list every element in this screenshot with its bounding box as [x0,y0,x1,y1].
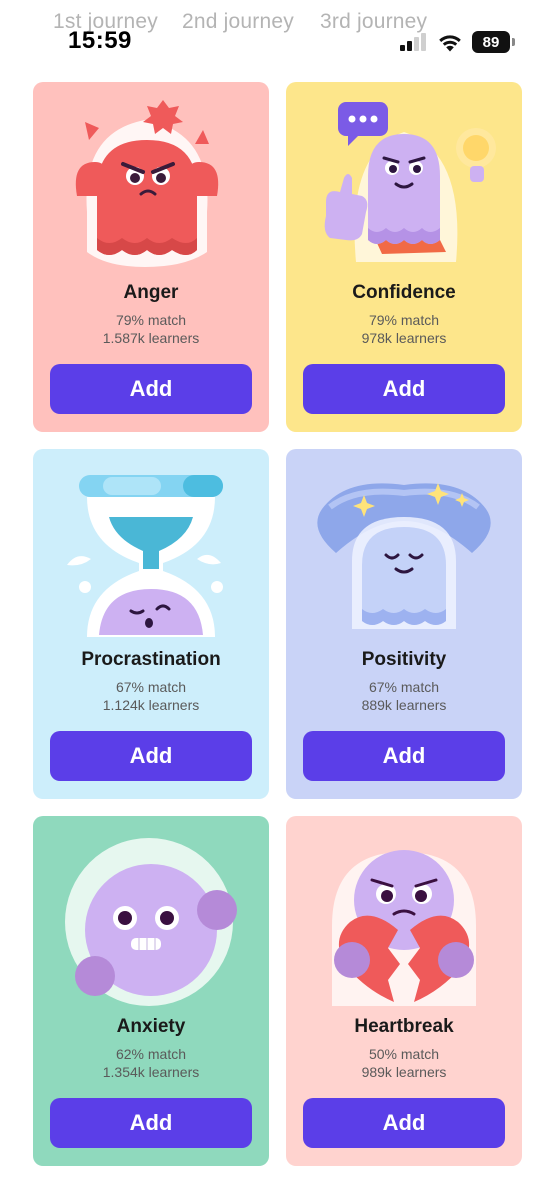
card-title: Heartbreak [354,1016,454,1037]
learners-count: 978k learners [361,330,447,346]
cellular-signal-icon [400,33,426,51]
match-text: 79% match [115,312,187,328]
calm-ghost-icon [317,483,491,629]
tab-2nd-journey[interactable]: 2nd journey [182,10,294,34]
add-button[interactable]: Add [50,1098,252,1148]
card-positivity[interactable]: Positivity 67% match 889k learners Add [286,449,522,799]
card-anxiety[interactable]: Anxiety 62% match 1.354k learners Add [33,816,269,1166]
status-time: 15:59 [68,27,132,54]
broken-heart-icon [332,850,476,1006]
confident-ghost-icon [324,102,496,262]
battery-icon: 89 [472,31,515,53]
add-button[interactable]: Add [50,731,252,781]
status-icons: 89 [400,29,515,55]
card-title: Procrastination [81,649,221,670]
match-text: 79% match [368,312,440,328]
add-button[interactable]: Add [303,364,505,414]
angry-ghost-icon [75,100,219,267]
add-button[interactable]: Add [303,1098,505,1148]
learners-count: 889k learners [361,697,447,713]
card-title: Anger [123,282,179,303]
card-anger[interactable]: Anger 79% match 1.587k learners Add [33,82,269,432]
status-bar: 1st journey 2nd journey 3rd journey 15:5… [0,0,554,60]
match-text: 67% match [115,679,187,695]
card-title: Positivity [361,649,447,670]
learners-count: 989k learners [361,1064,447,1080]
anxious-face-icon [65,838,237,1006]
card-title: Confidence [352,282,456,303]
card-confidence[interactable]: Confidence 79% match 978k learners Add [286,82,522,432]
card-title: Anxiety [116,1016,186,1037]
learners-count: 1.124k learners [102,697,200,713]
add-button[interactable]: Add [303,731,505,781]
wifi-icon [439,34,461,51]
hourglass-icon [67,475,223,637]
match-text: 67% match [368,679,440,695]
battery-level: 89 [482,33,500,51]
match-text: 50% match [368,1046,440,1062]
add-button[interactable]: Add [50,364,252,414]
card-heartbreak[interactable]: Heartbreak 50% match 989k learners Add [286,816,522,1166]
learners-count: 1.587k learners [102,330,200,346]
card-procrastination[interactable]: Procrastination 67% match 1.124k learner… [33,449,269,799]
learners-count: 1.354k learners [102,1064,200,1080]
match-text: 62% match [115,1046,187,1062]
